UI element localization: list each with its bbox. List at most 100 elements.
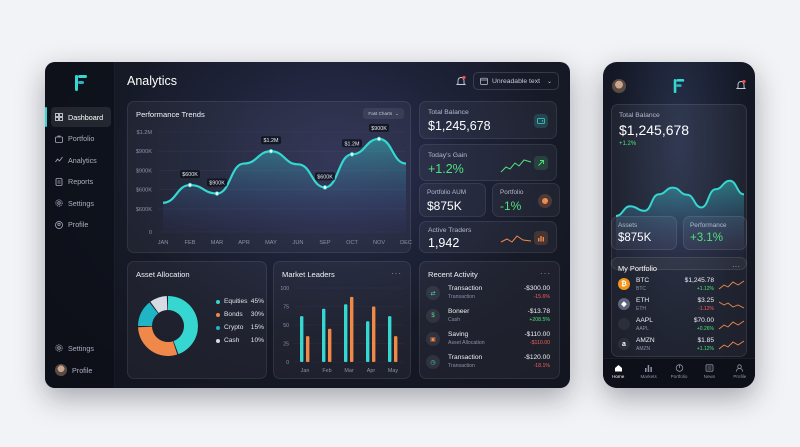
tab-markets[interactable]: Markets xyxy=(633,359,663,388)
sidebar: Dashboard Portfolio Analytics Reports Se… xyxy=(45,62,115,388)
card-title: Recent Activity xyxy=(428,270,478,279)
assets-value: $875K xyxy=(618,232,652,244)
y-tick-label: 100 xyxy=(280,286,289,292)
assets-label: Assets xyxy=(618,222,638,229)
legend-item: Cash 10% xyxy=(216,337,264,344)
balance-label: Total Balance xyxy=(619,112,660,119)
activity-change: -15.6% xyxy=(533,294,550,300)
activity-row[interactable]: ⇄ Transaction Transaction -$300.00 -15.6… xyxy=(426,284,556,304)
coin-row[interactable]: AAPL AAPL $70.00 +0.26% xyxy=(618,316,750,336)
more-icon[interactable]: ··· xyxy=(540,269,551,278)
sidebar-bottom-profile[interactable]: Profile xyxy=(51,360,111,380)
mobile-assets-card: Assets $875K xyxy=(611,216,677,250)
sidebar-item-label: Portfolio xyxy=(68,134,95,143)
data-point xyxy=(187,182,193,188)
calendar-icon xyxy=(480,77,488,85)
data-label: $600K xyxy=(317,174,333,180)
activity-row[interactable]: $ Boneer Cash -$13.78 +208.5% xyxy=(426,307,556,327)
coin-ticker: ETH xyxy=(636,305,646,312)
recent-activity-card: Recent Activity ··· ⇄ Transaction Transa… xyxy=(419,261,560,379)
x-tick-label: May xyxy=(388,368,398,374)
legend-label: Bonds xyxy=(224,311,243,318)
gear-icon xyxy=(55,199,63,207)
more-icon[interactable]: ··· xyxy=(732,262,740,271)
avatar[interactable] xyxy=(612,79,626,93)
active-indicator xyxy=(45,107,47,127)
sidebar-item-analytics[interactable]: Analytics xyxy=(51,150,111,170)
coin-name: AAPL xyxy=(636,317,653,324)
wallet-icon[interactable] xyxy=(534,114,548,128)
sidebar-item-profile[interactable]: Profile xyxy=(51,215,111,235)
sidebar-item-label: Reports xyxy=(68,177,94,186)
allocation-donut xyxy=(138,296,199,356)
bell-icon[interactable] xyxy=(735,79,747,91)
coin-row[interactable]: ◆ ETH ETH $3.25 -1.12% xyxy=(618,296,750,316)
sidebar-item-label: Dashboard xyxy=(68,112,104,122)
sidebar-item-dashboard[interactable]: Dashboard xyxy=(51,107,111,127)
balance-change: +1.2% xyxy=(619,141,637,147)
my-portfolio-card: My Portfolio ··· ₿ BTC BTC $1,245.78 +1.… xyxy=(611,257,747,357)
sidebar-item-portfolio[interactable]: Portfolio xyxy=(51,129,111,149)
app-logo xyxy=(75,75,87,91)
x-tick-label: DEC xyxy=(400,240,412,246)
activity-amount: -$300.00 xyxy=(523,285,550,292)
stat-label: Portfolio AUM xyxy=(427,189,467,196)
x-tick-label: SEP xyxy=(319,240,330,246)
y-tick-label: 0 xyxy=(149,230,152,236)
tab-profile[interactable]: Profile xyxy=(725,359,755,388)
coin-change: +0.26% xyxy=(696,325,714,332)
bar xyxy=(394,336,398,362)
coin-name: BTC xyxy=(636,277,650,284)
date-selector[interactable]: Unreadable text ⌄ xyxy=(473,72,559,90)
coin-row[interactable]: ₿ BTC BTC $1,245.78 +1.12% xyxy=(618,276,750,296)
tab-label: Profile xyxy=(733,374,747,379)
performance-chart: 0 $600K $600K $900K $900K $1.2M JAN FEB MAR APR MA… xyxy=(136,123,412,246)
stat-value: 1,942 xyxy=(428,236,460,250)
pie-icon xyxy=(675,364,683,372)
coin-ticker: AMZN xyxy=(636,345,651,352)
sidebar-item-reports[interactable]: Reports xyxy=(51,172,111,192)
bar xyxy=(300,316,304,362)
y-tick-label: 25 xyxy=(283,342,289,348)
arrow-up-right-icon[interactable] xyxy=(534,156,548,170)
activity-subtitle: Asset Allocation xyxy=(448,340,485,346)
sidebar-bottom-settings[interactable]: Settings xyxy=(51,338,111,358)
bar-chart-icon[interactable] xyxy=(534,231,548,245)
coin-name: AMZN xyxy=(636,337,655,344)
coin-icon: ◆ xyxy=(618,298,630,310)
mobile-balance-chart xyxy=(615,179,745,257)
performance-value: +3.1% xyxy=(690,232,723,244)
avatar xyxy=(55,364,67,376)
tab-home[interactable]: Home xyxy=(603,359,633,388)
home-icon xyxy=(614,365,622,372)
stat-label: Active Traders xyxy=(428,227,472,234)
data-point xyxy=(322,185,328,190)
legend-item: Equities 45% xyxy=(216,298,264,305)
chevron-down-icon: ⌄ xyxy=(546,78,552,85)
legend-pct: 30% xyxy=(250,311,264,318)
pie-icon[interactable] xyxy=(538,194,552,208)
coin-price: $1.85 xyxy=(697,337,714,344)
activity-subtitle: Cash xyxy=(448,317,461,323)
sidebar-item-label: Profile xyxy=(72,365,93,375)
coin-ticker: AAPL xyxy=(636,325,649,332)
y-tick-label: $600K xyxy=(136,207,152,213)
activity-row[interactable]: ◷ Transaction Transaction -$120.00 -18.1… xyxy=(426,353,556,373)
legend-swatch xyxy=(216,338,220,343)
sidebar-item-settings[interactable]: Settings xyxy=(51,193,111,213)
tab-portfolio[interactable]: Portfolio xyxy=(664,359,694,388)
x-tick-label: MAY xyxy=(265,240,277,246)
activity-change: -$110.00 xyxy=(529,340,550,346)
activity-row[interactable]: ▣ Saving Asset Allocation -$110.00 -$110… xyxy=(426,330,556,350)
bell-icon[interactable] xyxy=(455,75,467,87)
stat-value: +1.2% xyxy=(428,162,464,176)
tab-news[interactable]: News xyxy=(694,359,724,388)
bar xyxy=(388,316,392,362)
y-tick-label: 75 xyxy=(283,305,289,311)
activity-amount: -$120.00 xyxy=(523,354,550,361)
coin-row[interactable]: a AMZN AMZN $1.85 +1.12% xyxy=(618,336,750,356)
tab-label: Home xyxy=(612,374,625,379)
activity-title: Transaction xyxy=(448,354,483,361)
coin-ticker: BTC xyxy=(636,285,646,292)
clock-icon: ◷ xyxy=(426,355,440,369)
